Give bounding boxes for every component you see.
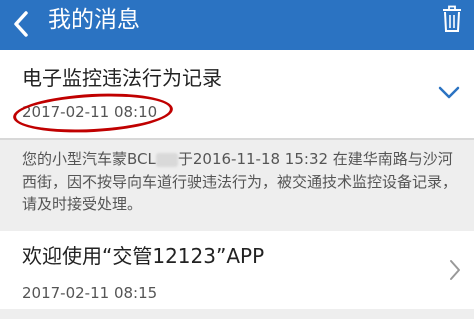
- message-title: 电子监控违法行为记录: [22, 66, 222, 90]
- message-body-prefix: 您的小型汽车蒙BCL: [22, 150, 156, 168]
- app-header: 我的消息: [0, 0, 474, 50]
- message-title: 欢迎使用“交管12123”APP: [22, 244, 265, 268]
- annotation-circle: [12, 89, 174, 137]
- message-detail: 您的小型汽车蒙BCL 于2016-11-18 15:32 在建华南路与沙河西街，因…: [0, 140, 474, 226]
- message-body: 您的小型汽车蒙BCL 于2016-11-18 15:32 在建华南路与沙河西街，因…: [22, 148, 462, 216]
- chevron-down-icon[interactable]: [438, 86, 460, 100]
- message-date: 2017-02-11 08:15: [22, 284, 158, 302]
- chevron-right-icon[interactable]: [448, 259, 462, 281]
- trash-icon[interactable]: [440, 5, 464, 33]
- list-background: [0, 309, 474, 319]
- message-item-welcome[interactable]: 欢迎使用“交管12123”APP 2017-02-11 08:15: [0, 231, 474, 309]
- chevron-left-icon[interactable]: [6, 5, 36, 43]
- page-title: 我的消息: [48, 7, 140, 33]
- redacted-plate-blur: [155, 152, 178, 167]
- message-item-violation[interactable]: 电子监控违法行为记录 2017-02-11 08:10: [0, 50, 474, 138]
